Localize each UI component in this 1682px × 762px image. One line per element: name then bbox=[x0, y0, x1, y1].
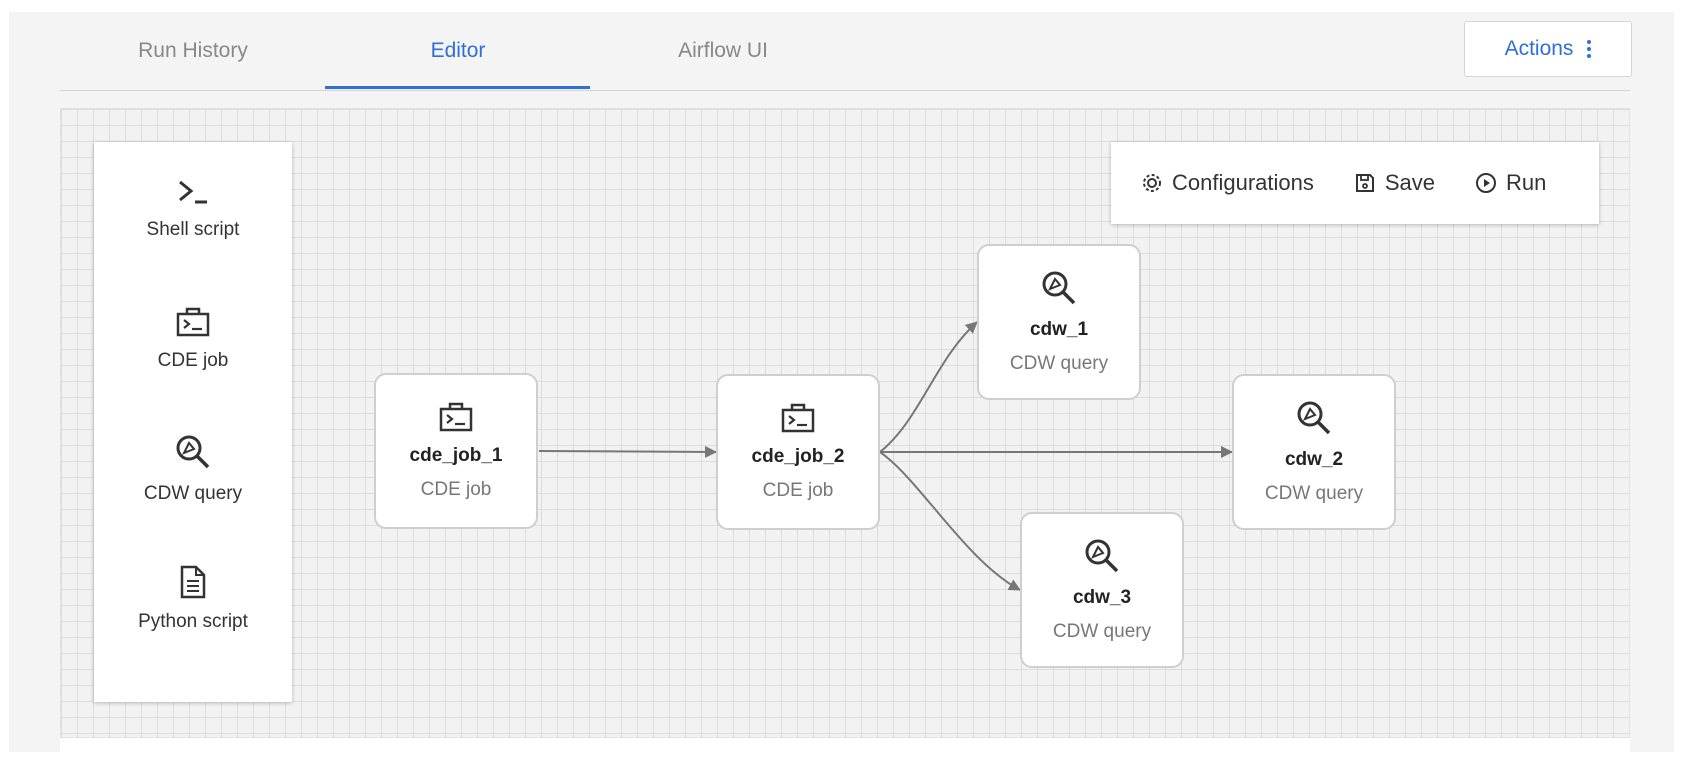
gear-icon bbox=[1141, 172, 1163, 194]
canvas-footer bbox=[60, 738, 1630, 752]
palette-item-cde-job[interactable]: CDE job bbox=[94, 284, 292, 394]
palette-label: Python script bbox=[138, 611, 248, 632]
floppy-disk-icon bbox=[1354, 172, 1376, 194]
node-cdw-1[interactable]: cdw_1 CDW query bbox=[977, 244, 1141, 400]
briefcase-terminal-icon bbox=[438, 401, 474, 433]
tabs-divider bbox=[60, 90, 1630, 91]
tab-run-history[interactable]: Run History bbox=[60, 12, 326, 90]
tab-airflow-ui[interactable]: Airflow UI bbox=[590, 12, 856, 90]
node-name: cde_job_1 bbox=[409, 445, 503, 466]
magnifier-icon bbox=[1040, 269, 1078, 307]
palette-item-python-script[interactable]: Python script bbox=[94, 544, 292, 654]
actions-button[interactable]: Actions bbox=[1464, 21, 1632, 77]
palette-item-shell-script[interactable]: Shell script bbox=[94, 154, 292, 264]
save-label: Save bbox=[1384, 170, 1436, 195]
kebab-vertical-icon bbox=[1587, 40, 1592, 58]
run-label: Run bbox=[1506, 170, 1547, 195]
briefcase-terminal-icon bbox=[175, 306, 211, 338]
node-cde-job-1[interactable]: cde_job_1 CDE job bbox=[374, 373, 538, 529]
canvas-toolbar: Configurations Save Run bbox=[1111, 142, 1599, 224]
configurations-label: Configurations bbox=[1172, 170, 1314, 195]
node-name: cdw_2 bbox=[1284, 449, 1344, 470]
node-cdw-2[interactable]: cdw_2 CDW query bbox=[1232, 374, 1396, 530]
configurations-button[interactable]: Configurations bbox=[1141, 170, 1314, 196]
terminal-prompt-icon bbox=[176, 177, 210, 207]
palette-label: CDE job bbox=[157, 350, 229, 371]
magnifier-icon bbox=[174, 433, 212, 471]
active-tab-indicator bbox=[325, 86, 590, 89]
magnifier-icon bbox=[1295, 399, 1333, 437]
node-palette: Shell script CDE job CDW query Python sc… bbox=[94, 142, 292, 702]
tab-editor[interactable]: Editor bbox=[325, 12, 591, 90]
play-circle-icon bbox=[1475, 172, 1497, 194]
node-type: CDW query bbox=[1009, 353, 1109, 374]
palette-label: Shell script bbox=[146, 219, 240, 240]
palette-label: CDW query bbox=[143, 483, 243, 504]
node-type: CDE job bbox=[420, 479, 492, 500]
node-type: CDW query bbox=[1264, 483, 1364, 504]
save-button[interactable]: Save bbox=[1354, 170, 1435, 196]
document-icon bbox=[178, 565, 208, 599]
magnifier-icon bbox=[1083, 537, 1121, 575]
node-type: CDW query bbox=[1052, 621, 1152, 642]
node-name: cdw_3 bbox=[1072, 587, 1132, 608]
briefcase-terminal-icon bbox=[780, 402, 816, 434]
node-cde-job-2[interactable]: cde_job_2 CDE job bbox=[716, 374, 880, 530]
palette-item-cdw-query[interactable]: CDW query bbox=[94, 414, 292, 524]
node-name: cdw_1 bbox=[1029, 319, 1089, 340]
actions-label: Actions bbox=[1504, 37, 1574, 60]
node-name: cde_job_2 bbox=[751, 446, 845, 467]
node-type: CDE job bbox=[762, 480, 834, 501]
node-cdw-3[interactable]: cdw_3 CDW query bbox=[1020, 512, 1184, 668]
run-button[interactable]: Run bbox=[1475, 170, 1546, 196]
